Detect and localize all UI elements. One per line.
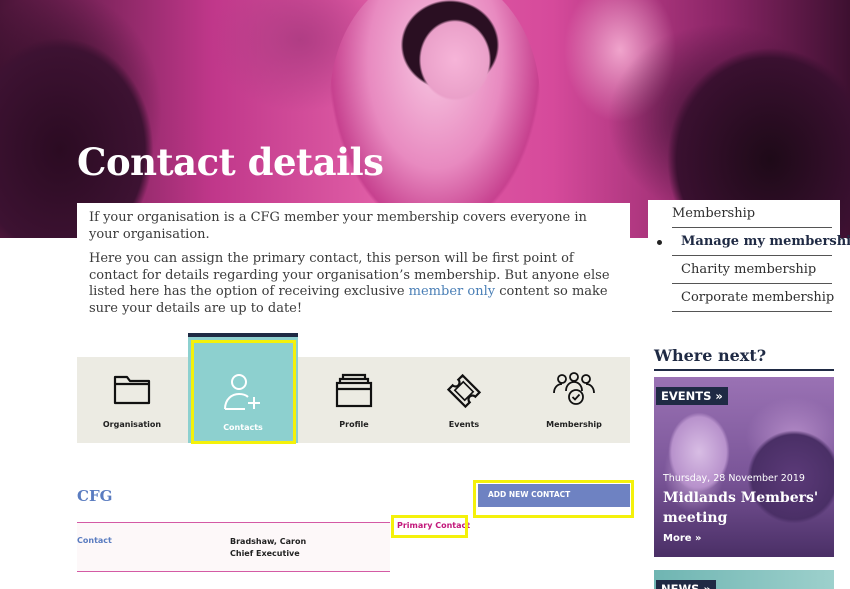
intro-text: If your organisation is a CFG member you… [77,203,630,316]
sidenav-item-corporate-membership[interactable]: Corporate membership [672,284,834,312]
sidenav-item-label: Manage my membership [681,234,850,249]
group-icon [553,372,595,405]
page-title: Contact details [77,140,384,184]
contact-name: Bradshaw, Caron [230,537,307,546]
folders-icon [335,373,373,408]
tab-organisation[interactable]: Organisation [77,357,187,443]
ticket-icon [446,373,482,409]
tab-label: Organisation [102,420,162,429]
hero-photo-face [415,15,495,105]
highlight-add-contact [473,480,634,518]
tab-events[interactable]: Events [409,357,519,443]
intro-paragraph-2: Here you can assign the primary contact,… [89,251,618,317]
side-navigation: Membership Manage my membership Charity … [648,200,850,312]
event-card[interactable]: EVENTS » Thursday, 28 November 2019 Midl… [654,377,834,557]
contact-row: Contact Bradshaw, Caron Chief Executive [77,522,390,572]
sidenav-item-manage-my-membership[interactable]: Manage my membership [657,228,850,256]
active-bullet-icon [657,240,662,245]
contact-label: Contact [77,536,112,545]
highlight-primary-contact [391,515,468,538]
folder-icon [113,375,151,405]
tab-label: Events [448,420,480,429]
where-next-heading: Where next? [654,346,834,371]
event-title[interactable]: Midlands Members' meeting [663,488,831,528]
organisation-name: CFG [77,487,113,505]
event-date: Thursday, 28 November 2019 [663,473,805,484]
news-tag[interactable]: NEWS » [656,580,716,589]
member-only-link[interactable]: member only [409,284,495,299]
tab-label: Membership [546,420,602,429]
tab-membership[interactable]: Membership [519,357,629,443]
highlight-contacts-tab [191,340,296,444]
tab-label: Profile [339,420,369,429]
contact-name-block: Bradshaw, Caron Chief Executive [230,536,306,560]
news-card[interactable]: NEWS » [654,570,834,589]
sidenav-item-charity-membership[interactable]: Charity membership [672,256,832,284]
tab-profile[interactable]: Profile [299,357,409,443]
event-more-link[interactable]: More » [663,533,701,544]
contact-role: Chief Executive [230,549,300,558]
intro-paragraph-1: If your organisation is a CFG member you… [89,210,587,242]
events-tag[interactable]: EVENTS » [656,387,728,405]
sidenav-item-membership[interactable]: Membership [672,200,832,228]
